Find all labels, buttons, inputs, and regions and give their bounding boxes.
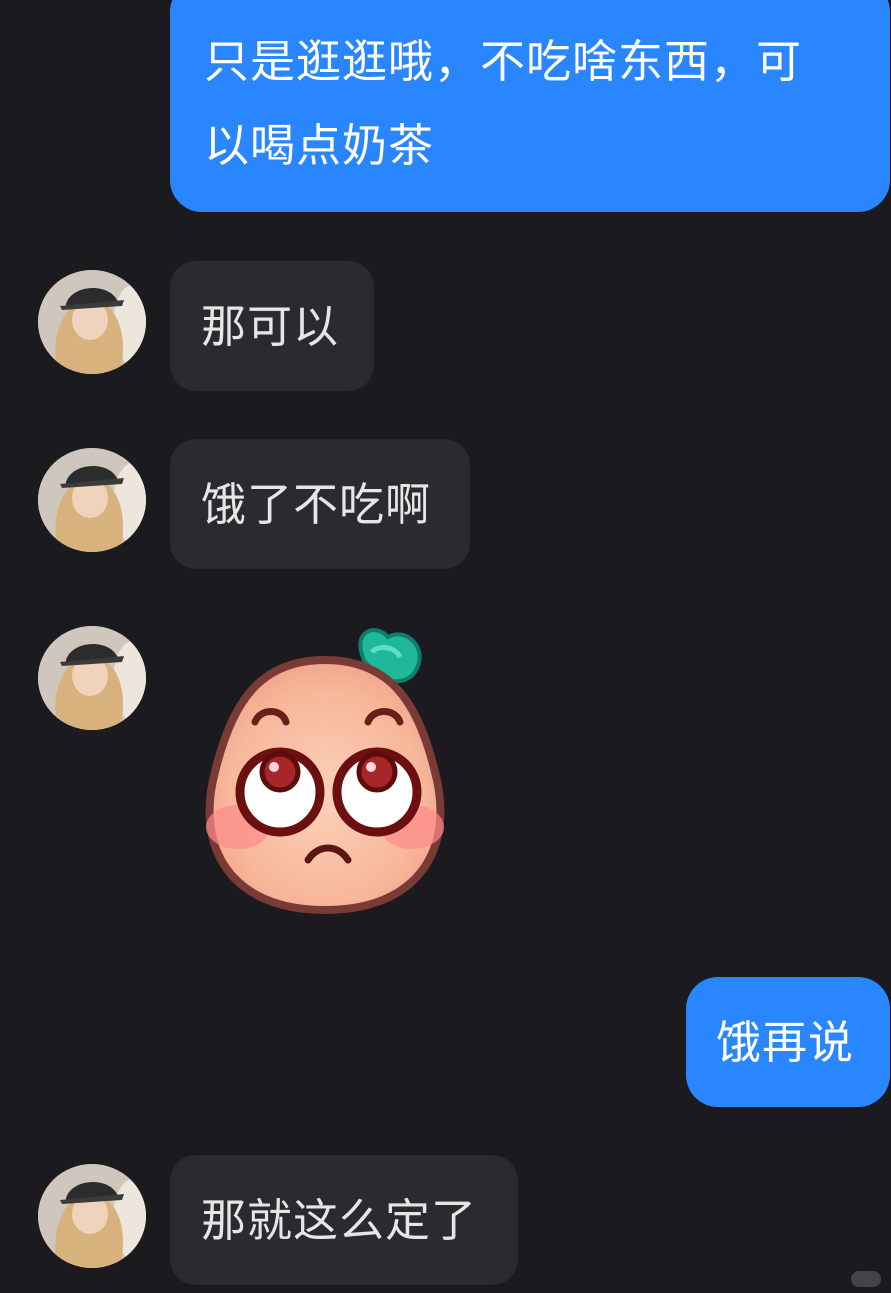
message-text: 那可以 [201,300,340,353]
watermark-icon [851,1271,881,1287]
contact-avatar[interactable] [38,270,146,374]
outgoing-message-bubble[interactable]: 只是逛逛哦，不吃啥东西，可 以喝点奶茶 [170,0,890,212]
message-text: 那就这么定了 [201,1194,478,1247]
message-text: 饿再说 [716,1016,855,1069]
peach-rolling-eyes-sticker[interactable] [190,622,460,917]
message-text: 饿了不吃啊 [201,478,432,531]
avatar-photo-icon [38,448,146,552]
contact-avatar[interactable] [38,448,146,552]
incoming-message-bubble[interactable]: 那可以 [170,261,374,391]
avatar-photo-icon [38,1164,146,1268]
peach-face-icon [205,628,445,915]
chat-thread: 只是逛逛哦，不吃啥东西，可 以喝点奶茶 那可以 饿了不吃啊 饿再说 那就这么定了 [0,0,891,1293]
contact-avatar[interactable] [38,1164,146,1268]
avatar-photo-icon [38,626,146,730]
outgoing-message-bubble[interactable]: 饿再说 [686,977,890,1107]
contact-avatar[interactable] [38,626,146,730]
incoming-message-bubble[interactable]: 饿了不吃啊 [170,439,470,569]
message-text-line: 只是逛逛哦，不吃啥东西，可 [204,35,803,88]
avatar-photo-icon [38,270,146,374]
incoming-message-bubble[interactable]: 那就这么定了 [170,1155,518,1285]
message-text-line: 以喝点奶茶 [204,119,435,172]
